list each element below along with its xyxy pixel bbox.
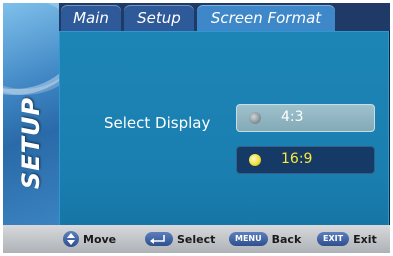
radio-selected-icon <box>249 154 261 166</box>
footer-back: MENU Back <box>229 231 301 247</box>
decorative-swoosh <box>3 3 59 95</box>
tv-setup-window: SETUP Main Setup Screen Format Select Di… <box>3 3 390 253</box>
tab-bar: Main Setup Screen Format <box>59 3 390 31</box>
radio-unselected-icon <box>249 112 261 124</box>
screen-format-panel: Select Display 4:3 16:9 <box>59 31 389 227</box>
option-label: 16:9 <box>281 151 313 167</box>
display-option-16-9[interactable]: 16:9 <box>236 146 375 174</box>
tab-main[interactable]: Main <box>61 5 121 31</box>
display-option-4-3[interactable]: 4:3 <box>236 104 375 132</box>
select-display-label: Select Display <box>104 114 211 132</box>
enter-key-icon <box>145 232 173 246</box>
footer-move-label: Move <box>83 232 117 246</box>
footer-exit-label: Exit <box>353 232 377 246</box>
option-label: 4:3 <box>281 109 304 125</box>
sidebar-title: SETUP <box>17 96 45 190</box>
footer-select: Select <box>145 231 215 247</box>
help-footer: Move Select MENU Back EXIT Exit <box>3 225 390 253</box>
footer-back-label: Back <box>271 232 302 246</box>
footer-select-label: Select <box>177 232 216 246</box>
tab-setup[interactable]: Setup <box>124 5 194 31</box>
footer-exit: EXIT Exit <box>317 231 377 247</box>
exit-key-badge: EXIT <box>317 232 350 246</box>
menu-key-badge: MENU <box>229 232 268 246</box>
setup-sidebar: SETUP <box>3 3 59 225</box>
up-down-arrows-icon <box>63 231 79 247</box>
tab-screen-format[interactable]: Screen Format <box>197 5 335 31</box>
footer-move: Move <box>63 231 116 247</box>
